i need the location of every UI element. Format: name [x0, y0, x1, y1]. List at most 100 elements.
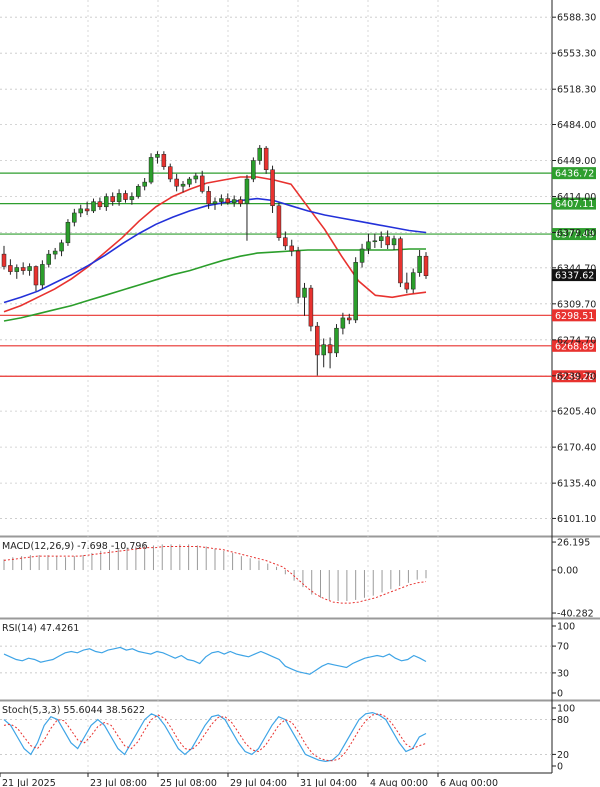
candle-body — [212, 201, 218, 204]
candle-body — [59, 242, 64, 252]
candle-body — [40, 264, 45, 286]
candle-body — [295, 250, 301, 298]
candle-body — [161, 154, 167, 167]
candle-body — [1, 253, 7, 267]
stoch-tick-label: 0 — [557, 762, 563, 773]
candle-body — [315, 325, 320, 356]
x-tick-label: 21 Jul 2025 — [2, 778, 56, 787]
candle-body — [263, 147, 269, 171]
candle-body — [244, 178, 250, 204]
candle-body — [180, 183, 186, 187]
macd-tick-label: -40.282 — [557, 609, 594, 620]
macd-panel: MACD(12,26,9) -7.698 -10.796 26.195 0.00 -4… — [2, 538, 594, 620]
candle-body — [14, 267, 20, 272]
macd-tick-label: 0.00 — [557, 566, 578, 577]
candle-body — [167, 166, 173, 180]
candle-body — [129, 196, 135, 200]
y-tick-label: 6274.70 — [557, 335, 596, 346]
y-tick-label: 6239.70 — [557, 371, 596, 382]
candle-body — [72, 212, 77, 223]
candle-body — [136, 185, 141, 197]
candle-body — [321, 344, 326, 356]
candle-body — [334, 327, 339, 354]
stoch-tick-label: 80 — [557, 715, 569, 726]
candle-body — [97, 201, 103, 208]
level-tag-label: 6436.72 — [555, 169, 594, 180]
candle-body — [404, 282, 410, 290]
candle-body — [289, 245, 294, 252]
candle-body — [372, 240, 378, 243]
moving-average-line — [3, 176, 427, 313]
y-tick-label: 6588.30 — [557, 13, 596, 24]
candle-body — [110, 196, 115, 202]
candle-body — [123, 193, 128, 200]
candle-body — [84, 208, 90, 212]
candle-body — [91, 201, 96, 212]
y-tick-label: 6309.70 — [557, 299, 596, 310]
candle-body — [359, 248, 365, 263]
candle-body — [302, 287, 307, 298]
candle-body — [270, 169, 275, 207]
panel-frames — [0, 0, 600, 774]
candle-body — [199, 175, 205, 192]
x-tick-label: 4 Aug 00:00 — [370, 778, 428, 787]
candle-body — [219, 198, 224, 202]
x-tick-label: 23 Jul 08:00 — [90, 778, 147, 787]
x-tick-label: 25 Jul 08:00 — [160, 778, 217, 787]
candle-body — [391, 238, 397, 246]
candle-body — [65, 221, 71, 244]
candle-body — [327, 344, 333, 354]
candles — [1, 145, 429, 376]
macd-label: MACD(12,26,9) -7.698 -10.796 — [2, 541, 147, 552]
stoch-panel: Stoch(5,3,3) 55.6044 38.5622 10080 200 — [0, 704, 575, 773]
candle-body — [378, 236, 384, 241]
candle-body — [347, 317, 352, 321]
candle-body — [174, 178, 179, 187]
candle-body — [206, 191, 211, 204]
horizontal-levels — [0, 172, 552, 377]
stoch-label: Stoch(5,3,3) 55.6044 38.5622 — [2, 705, 145, 716]
candle-body — [353, 262, 358, 321]
candle-body — [193, 175, 199, 180]
rsi-tick-label: 30 — [557, 668, 569, 679]
y-tick-label: 6553.30 — [557, 49, 596, 60]
candle-body — [385, 236, 390, 246]
x-tick-label: 31 Jul 04:00 — [300, 778, 357, 787]
candle-body — [340, 317, 346, 329]
y-tick-label: 6449.00 — [557, 156, 596, 167]
y-tick-label: 6414.00 — [557, 192, 596, 203]
candle-body — [251, 160, 256, 180]
candle-body — [231, 199, 237, 203]
candle-body — [148, 157, 154, 183]
rsi-label: RSI(14) 47.4261 — [2, 623, 79, 634]
candle-body — [187, 178, 192, 185]
y-tick-label: 6135.40 — [557, 479, 596, 490]
stoch-tick-label: 100 — [557, 704, 575, 715]
y-tick-label: 6484.00 — [557, 120, 596, 131]
x-tick-label: 29 Jul 04:00 — [230, 778, 287, 787]
rsi-panel: RSI(14) 47.4261 100 70 30 0 — [0, 622, 575, 700]
candle-body — [423, 255, 429, 276]
y-tick-label: 6101.10 — [557, 514, 596, 525]
candle-body — [33, 266, 39, 286]
candle-body — [257, 147, 263, 161]
y-tick-label: 6205.40 — [557, 407, 596, 418]
candle-body — [225, 198, 231, 203]
candle-body — [238, 199, 243, 204]
level-tag-label: 6298.51 — [555, 311, 594, 322]
price-chart: 6436.726407.116377.496298.516268.896239.… — [0, 0, 600, 787]
x-tick-label: 6 Aug 00:00 — [440, 778, 498, 787]
candle-body — [116, 193, 122, 202]
candle-body — [27, 266, 32, 271]
rsi-tick-label: 70 — [557, 642, 569, 653]
candle-body — [20, 267, 26, 271]
y-tick-label: 6170.40 — [557, 443, 596, 454]
time-axis: 21 Jul 2025 23 Jul 08:00 25 Jul 08:00 29 Ju… — [0, 773, 498, 787]
candle-body — [276, 205, 282, 238]
stoch-tick-label: 20 — [557, 750, 569, 761]
rsi-tick-label: 100 — [557, 622, 575, 633]
candle-body — [52, 250, 58, 255]
candle-body — [46, 253, 52, 265]
candle-body — [366, 241, 371, 250]
rsi-line — [3, 646, 427, 675]
